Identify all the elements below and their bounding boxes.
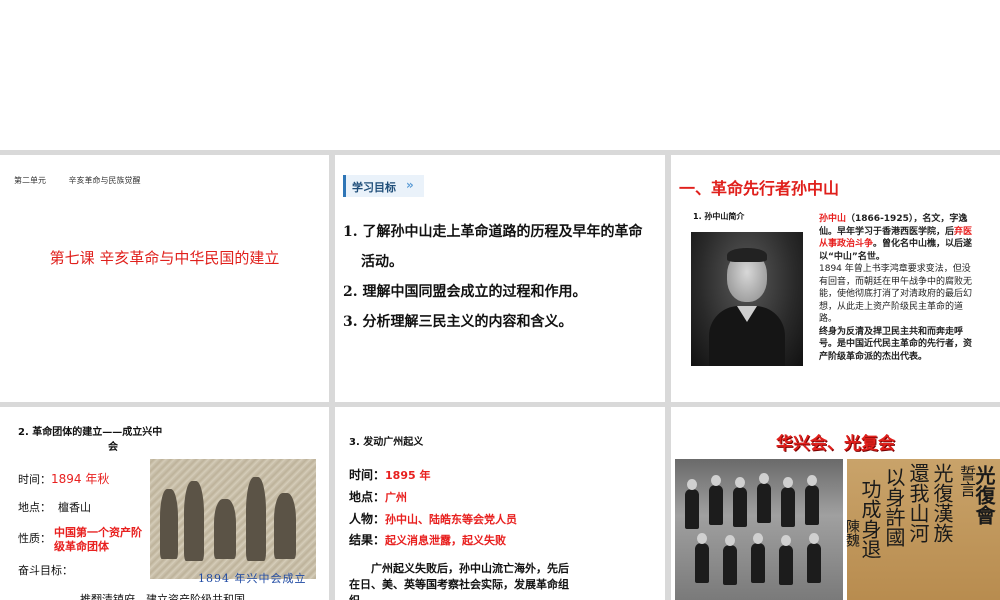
info-row: 地点：广州 xyxy=(349,488,407,505)
info-label: 时间： xyxy=(349,468,386,482)
section-subtitle: 1. 孙中山简介 xyxy=(693,212,745,221)
info-row: 结果：起义消息泄露，起义失败 xyxy=(349,531,506,548)
info-value: 1895 年 xyxy=(385,469,431,482)
learning-goals-label: 学习目标 xyxy=(352,181,396,194)
place-value: 檀香山 xyxy=(58,501,91,514)
group-photo xyxy=(675,459,843,600)
info-label: 地点： xyxy=(349,490,386,504)
unit-label: 第二单元 xyxy=(14,176,46,185)
time-label: 时间： xyxy=(18,473,51,486)
info-value: 孙中山、陆皓东等会党人员 xyxy=(385,513,518,526)
goal-item: 3. 分析理解三民主义的内容和含义。 xyxy=(343,314,573,330)
slide-thumbnail-2[interactable]: 学习目标 » 1. 了解孙中山走上革命道路的历程及早年的革命活动。 2. 理解中… xyxy=(335,155,665,402)
slide-thumbnail-4[interactable]: 2. 革命团体的建立——成立兴中 会 时间：1894 年秋 地点： 檀香山 性质… xyxy=(0,407,329,600)
slide-thumbnail-6[interactable]: 华兴会、光复会 光復會 誓言 光復漢族 還我山河 以身許國 功成身退 陳魏 xyxy=(671,407,1000,600)
bio-name: 孙中山 xyxy=(819,214,847,224)
info-label: 人物： xyxy=(349,512,386,526)
uprising-paragraph: 广州起义失败后，孙中山流亡海外，先后在日、美、英等国考察社会实际，发展革命组织。 xyxy=(349,562,569,600)
title-line-2: 会 xyxy=(108,442,118,453)
calligraphy-column: 陳魏 xyxy=(844,519,860,547)
nature-value: 中国第一个资产阶级革命团体 xyxy=(54,526,142,553)
info-label: 结果： xyxy=(349,533,386,547)
goal-item: 2. 理解中国同盟会成立的过程和作用。 xyxy=(343,284,587,300)
slide-thumbnail-1[interactable]: 第二单元 辛亥革命与民族觉醒 第七课 辛亥革命与中华民国的建立 xyxy=(0,155,329,402)
calligraphy-image: 光復會 誓言 光復漢族 還我山河 以身許國 功成身退 陳魏 xyxy=(844,459,1000,600)
section-title: 3. 发动广州起义 xyxy=(349,437,424,448)
double-chevron-icon: » xyxy=(406,178,414,192)
photo-caption: 1894 年兴中会成立 xyxy=(198,572,307,585)
bio-text: 孙中山（1866-1925），名文，字逸仙。早年学习于香港西医学院，后弃医从事政… xyxy=(819,213,979,363)
bio-part-3: 1894 年曾上书李鸿章要求变法，但没有回音，而朝廷在甲午战争中的腐败无能，使他… xyxy=(819,264,973,324)
slide-thumbnail-5[interactable]: 3. 发动广州起义 时间：1895 年 地点：广州 人物：孙中山、陆皓东等会党人… xyxy=(335,407,665,600)
unit-title: 辛亥革命与民族觉醒 xyxy=(68,176,141,185)
learning-goals-tag: 学习目标 » xyxy=(343,175,424,197)
slide-thumbnail-3[interactable]: 一、革命先行者孙中山 1. 孙中山简介 孙中山（1866-1925），名文，字逸… xyxy=(671,155,1000,402)
section-title: 一、革命先行者孙中山 xyxy=(679,179,840,198)
section-title: 2. 革命团体的建立——成立兴中 会 xyxy=(18,425,208,455)
unit-header: 第二单元 辛亥革命与民族觉醒 xyxy=(14,175,161,186)
info-value: 起义消息泄露，起义失败 xyxy=(385,534,507,547)
info-value: 广州 xyxy=(385,491,408,504)
nature-label: 性质： xyxy=(18,532,51,545)
goal-label: 奋斗目标： xyxy=(18,564,73,577)
calligraphy-column: 誓言 xyxy=(957,465,976,497)
section-title: 华兴会、光复会 xyxy=(776,434,895,454)
calligraphy-column: 以身許國 xyxy=(882,467,906,547)
info-row: 时间：1895 年 xyxy=(349,466,430,483)
portrait-photo xyxy=(691,232,803,366)
goal-item: 1. 了解孙中山走上革命道路的历程及早年的革命活动。 xyxy=(343,224,643,270)
goal-text: 推翻清镇府，建立资产阶级共和国 xyxy=(80,593,245,600)
goal-list: 1. 了解孙中山走上革命道路的历程及早年的革命活动。 2. 理解中国同盟会成立的… xyxy=(343,217,653,337)
historical-photo xyxy=(150,459,316,579)
calligraphy-column: 光復漢族 xyxy=(930,463,954,543)
calligraphy-column: 還我山河 xyxy=(906,463,930,543)
time-row: 时间：1894 年秋 xyxy=(18,470,109,487)
time-value: 1894 年秋 xyxy=(51,472,110,486)
info-row: 人物：孙中山、陆皓东等会党人员 xyxy=(349,510,517,527)
place-row: 地点： 檀香山 xyxy=(18,499,91,515)
lesson-title: 第七课 辛亥革命与中华民国的建立 xyxy=(49,249,280,267)
bio-part-4: 终身为反清及捍卫民主共和而奔走呼号。是中国近代民主革命的先行者，资产阶级革命派的… xyxy=(819,326,973,362)
title-line-1: 2. 革命团体的建立——成立兴中 xyxy=(18,427,163,438)
place-label: 地点： xyxy=(18,501,51,514)
